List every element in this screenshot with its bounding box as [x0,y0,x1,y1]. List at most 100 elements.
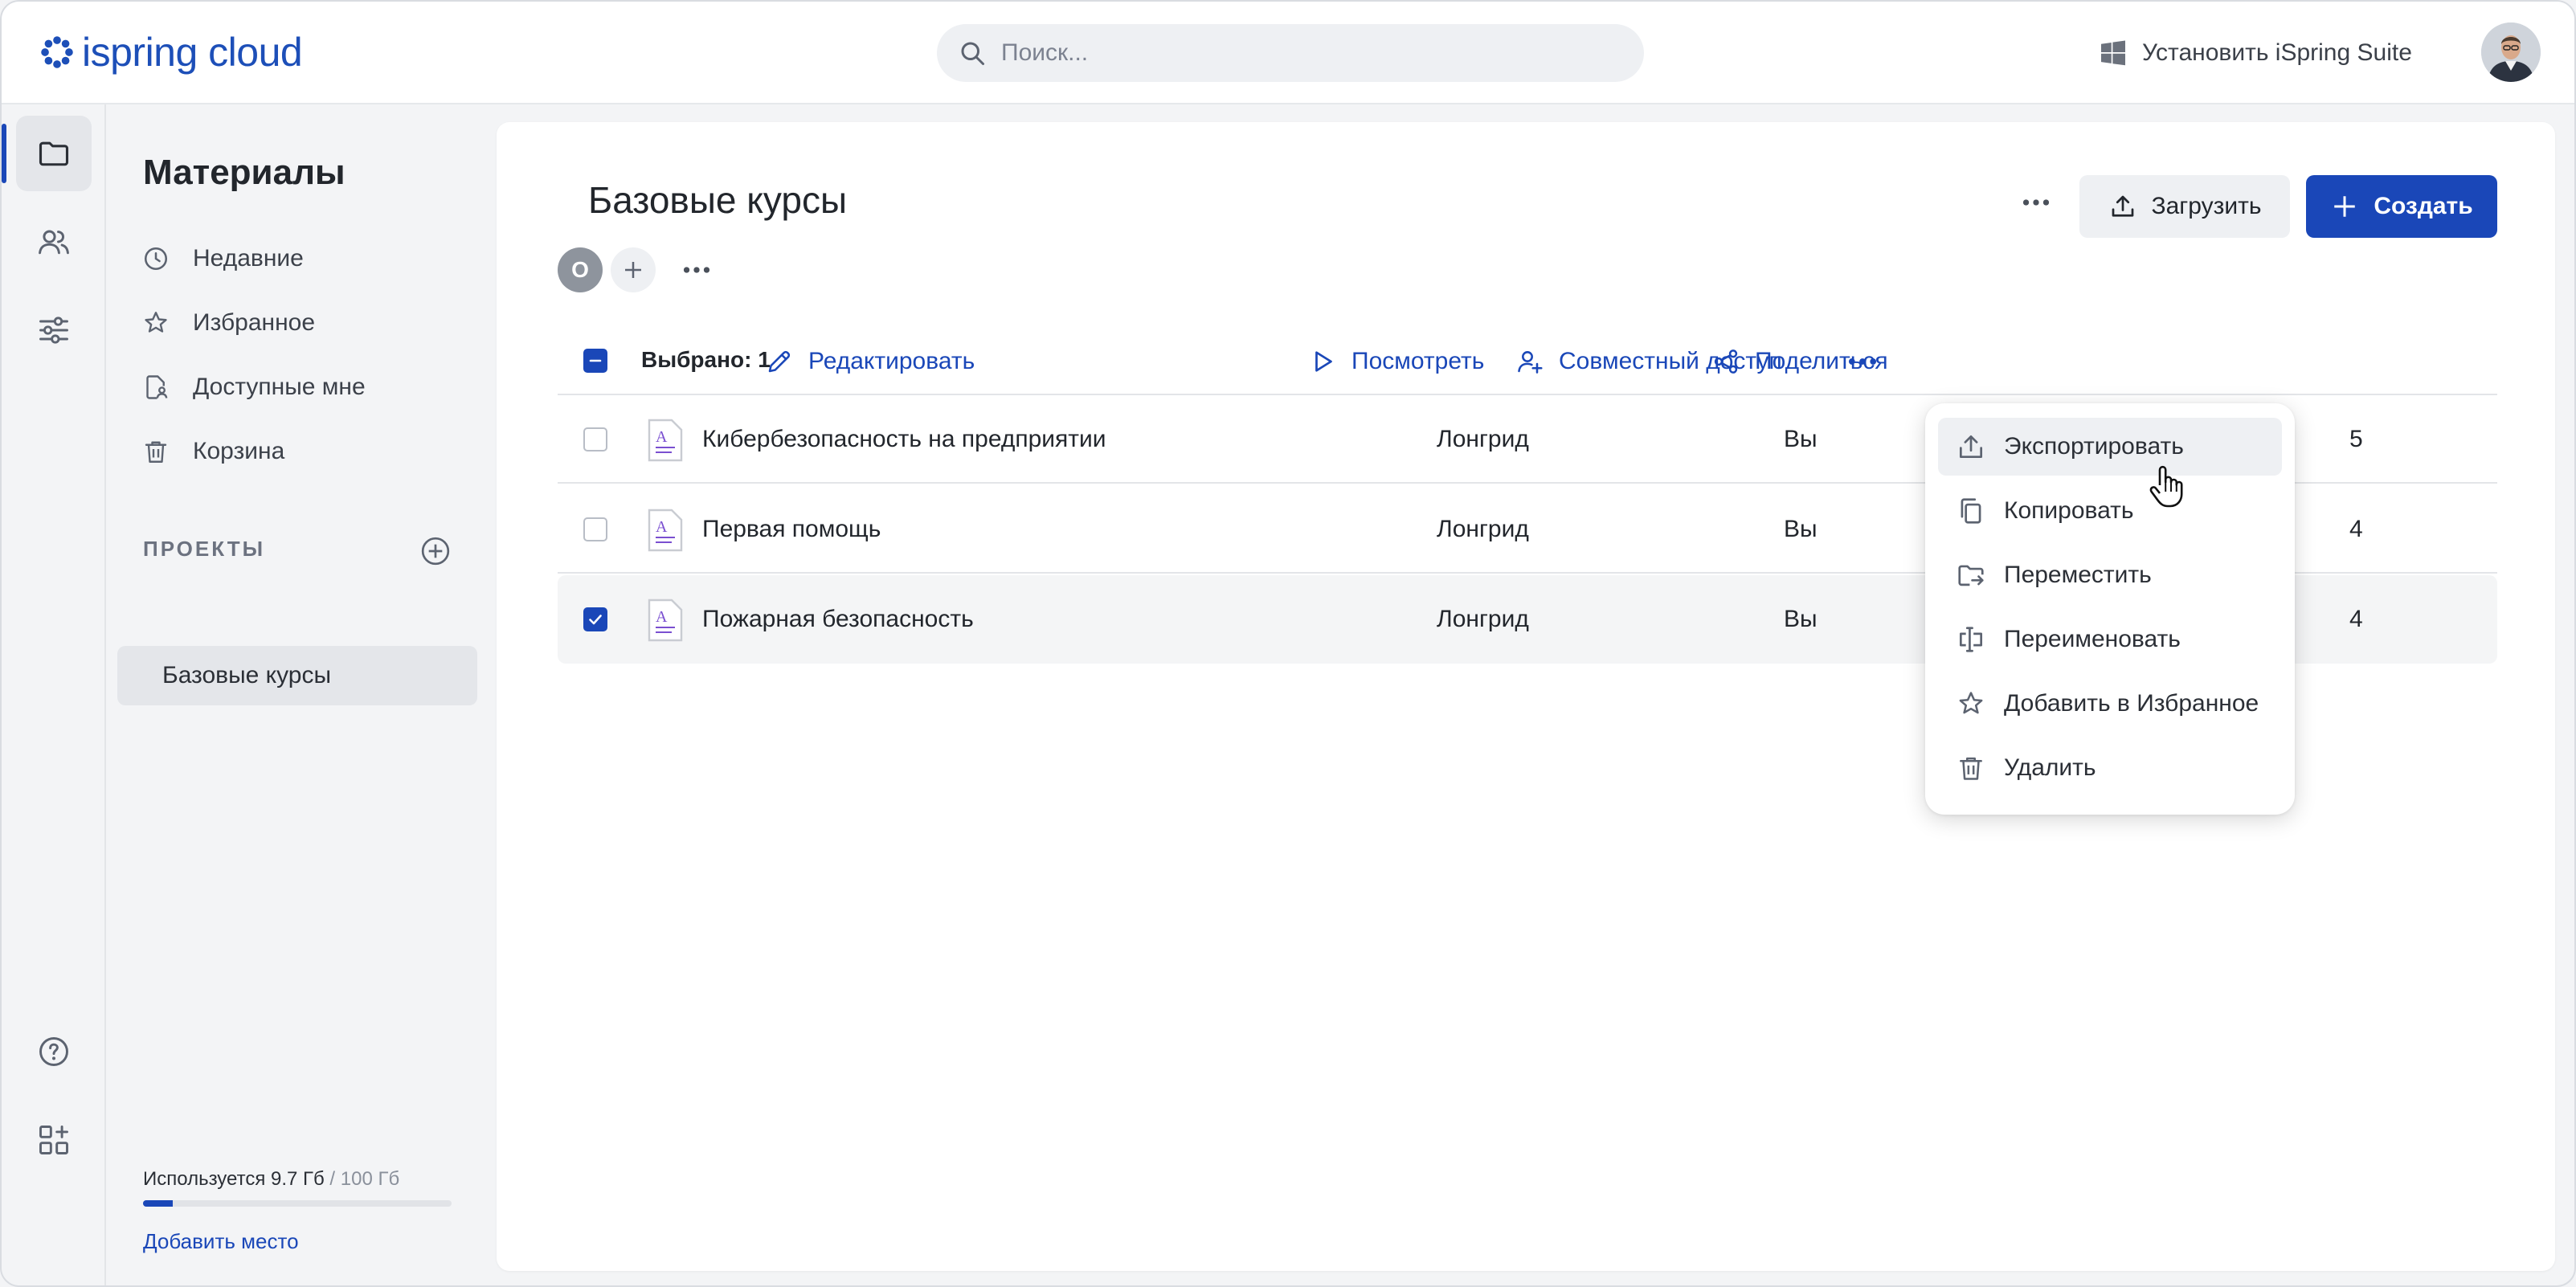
svg-text:A: A [656,428,668,446]
row-checkbox[interactable] [583,427,607,451]
project-members: О [558,247,717,292]
menu-item-export[interactable]: Экспортировать [1938,418,2282,476]
upload-label: Загрузить [2151,193,2262,219]
avatar-photo [2481,22,2541,82]
projects-heading: ПРОЕКТЫ [143,537,266,561]
longread-file-icon: A [648,419,683,462]
left-rail [2,104,106,1285]
row-checkbox-checked[interactable] [583,607,607,631]
ispring-logo[interactable]: ispring cloud [39,26,303,79]
row-owner: Вы [1784,606,1818,632]
selected-count: Выбрано: 1 [641,347,771,372]
edit-button[interactable]: Редактировать [765,344,975,379]
row-name[interactable]: Кибербезопасность на предприятии [702,426,1106,453]
clock-icon [144,247,168,271]
menu-item-add-favorite[interactable]: Добавить в Избранное [1938,675,2282,733]
members-more-button[interactable] [677,247,717,292]
project-item-basic-courses[interactable]: Базовые курсы [117,646,477,705]
select-all-checkbox[interactable] [583,349,607,373]
row-name[interactable]: Пожарная безопасность [702,606,974,633]
shared-file-icon [146,375,168,399]
sidebar-item-recent[interactable]: Недавние [141,238,304,280]
sidebar-item-label: Корзина [193,438,285,464]
sidebar-item-label: Недавние [193,245,304,272]
search-input[interactable] [1001,39,1612,67]
add-member-button[interactable] [611,247,656,292]
materials-sidebar: Материалы Недавние Избранное Доступные м… [106,104,497,1285]
rail-materials[interactable] [2,116,92,191]
windows-icon [2101,40,2125,66]
member-avatar[interactable]: О [558,247,603,292]
create-label: Создать [2374,193,2473,219]
row-date: 4 [2349,516,2363,542]
copy-icon [1961,498,1981,524]
menu-item-label: Копировать [2004,497,2134,524]
rail-apps[interactable] [16,1102,92,1178]
plus-icon [2334,196,2356,217]
upload-button[interactable]: Загрузить [2079,175,2290,238]
row-name[interactable]: Первая помощь [702,516,881,543]
storage-progress-fill [143,1200,174,1207]
trash-icon [1960,757,1982,780]
install-ispring-suite-link[interactable]: Установить iSpring Suite [2099,32,2412,74]
upload-icon [2112,195,2133,217]
install-label: Установить iSpring Suite [2142,39,2412,66]
sidebar-title: Материалы [143,153,346,192]
pencil-icon [768,350,791,373]
row-owner: Вы [1784,516,1818,542]
storage-usage: Используется 9.7 Гб / 100 Гб [143,1168,399,1191]
row-owner: Вы [1784,426,1818,452]
sidebar-item-shared-with-me[interactable]: Доступные мне [141,366,366,408]
menu-item-rename[interactable]: Переименовать [1938,611,2282,668]
trash-icon [145,441,167,463]
hand-cursor-icon [2149,465,2183,508]
row-type: Лонгрид [1437,606,1529,632]
menu-item-delete[interactable]: Удалить [1938,739,2282,797]
menu-item-label: Переименовать [2004,626,2181,652]
menu-item-move[interactable]: Переместить [1938,546,2282,604]
more-actions-menu: Экспортировать Копировать Переместить Пе… [1925,403,2295,815]
more-horizontal-icon [2022,199,2050,206]
minus-icon [589,359,602,362]
row-checkbox[interactable] [583,517,607,541]
header-more-button[interactable] [2006,172,2067,233]
row-type: Лонгрид [1437,516,1529,542]
menu-item-copy[interactable]: Копировать [1938,482,2282,540]
menu-item-label: Добавить в Избранное [2004,690,2259,717]
row-date: 4 [2349,606,2363,632]
star-icon [1959,692,1983,714]
search-bar[interactable] [937,24,1644,82]
add-space-link[interactable]: Добавить место [143,1229,299,1254]
create-button[interactable]: Создать [2306,175,2497,238]
view-label: Посмотреть [1351,348,1485,374]
user-avatar[interactable] [2481,22,2541,82]
top-header: ispring cloud Установить iSpring Suite [2,2,2574,104]
sidebar-item-favorites[interactable]: Избранное [141,302,315,344]
export-icon [1959,435,1983,459]
user-add-icon [1518,351,1543,374]
storage-used: Используется 9.7 Гб [143,1168,325,1190]
play-icon [1315,351,1332,372]
add-project-icon[interactable] [419,535,452,567]
share-label: Поделиться [1755,348,1888,374]
page-title: Базовые курсы [588,179,848,221]
menu-item-label: Экспортировать [2004,433,2184,460]
view-button[interactable]: Посмотреть [1308,344,1484,379]
rail-users[interactable] [16,204,92,280]
rail-help[interactable] [16,1014,92,1089]
logo-text: ispring cloud [82,30,303,75]
ispring-flower-icon [41,36,73,68]
sidebar-item-trash[interactable]: Корзина [141,431,284,472]
menu-item-label: Переместить [2004,562,2152,588]
menu-item-label: Удалить [2004,754,2096,781]
storage-progress-bar [143,1200,452,1207]
star-icon [145,312,167,333]
folder-icon [39,141,69,166]
row-type: Лонгрид [1437,426,1529,452]
rail-settings[interactable] [16,292,92,368]
share-button[interactable]: Поделиться [1711,344,1888,379]
edit-label: Редактировать [808,348,975,374]
longread-file-icon: A [648,509,683,552]
users-icon [39,230,69,255]
storage-total: / 100 Гб [329,1168,400,1190]
